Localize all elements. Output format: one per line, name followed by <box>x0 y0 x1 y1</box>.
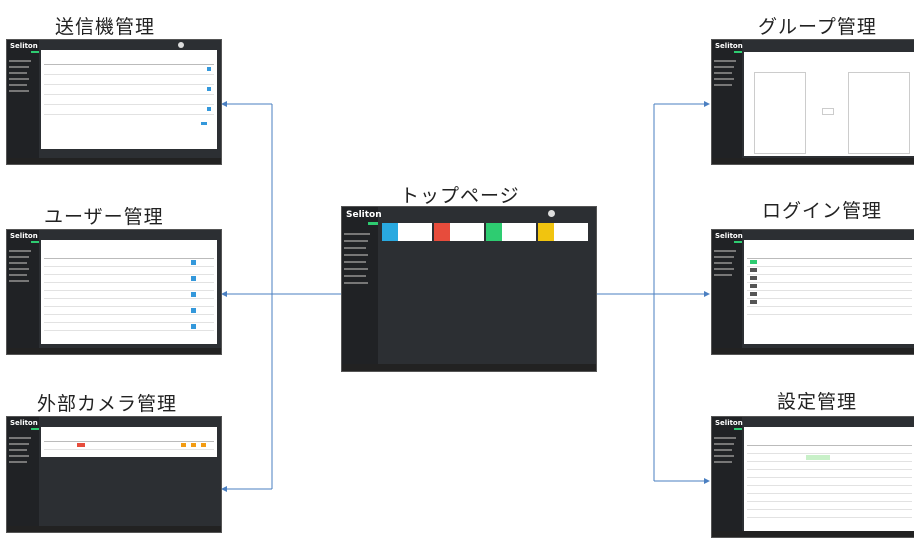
screenshot-transmitter: Seliton <box>6 39 222 165</box>
app-logo: Seliton <box>715 419 743 427</box>
app-logo: Seliton <box>10 42 38 50</box>
title-login: ログイン管理 <box>762 200 883 222</box>
card-users[interactable] <box>538 223 588 241</box>
app-logo: Seliton <box>715 232 743 240</box>
screenshot-user: Seliton <box>6 229 222 355</box>
card-transmitter[interactable] <box>382 223 432 241</box>
app-logo: Seliton <box>10 419 38 427</box>
title-transmitter: 送信機管理 <box>55 16 156 38</box>
screenshot-top-page: Seliton <box>341 206 597 372</box>
app-logo: Seliton <box>346 210 382 220</box>
screenshot-login: Seliton <box>711 229 914 355</box>
card-alert[interactable] <box>434 223 484 241</box>
app-logo: Seliton <box>715 42 743 50</box>
title-settings: 設定管理 <box>777 391 858 413</box>
screenshot-settings: Seliton <box>711 416 914 538</box>
title-group: グループ管理 <box>758 16 877 38</box>
card-document[interactable] <box>486 223 536 241</box>
screenshot-group: Seliton <box>711 39 914 165</box>
title-camera: 外部カメラ管理 <box>37 393 178 415</box>
app-logo: Seliton <box>10 232 38 240</box>
screenshot-camera: Seliton <box>6 416 222 533</box>
title-user: ユーザー管理 <box>44 206 164 228</box>
title-top-page: トップページ <box>400 185 520 207</box>
